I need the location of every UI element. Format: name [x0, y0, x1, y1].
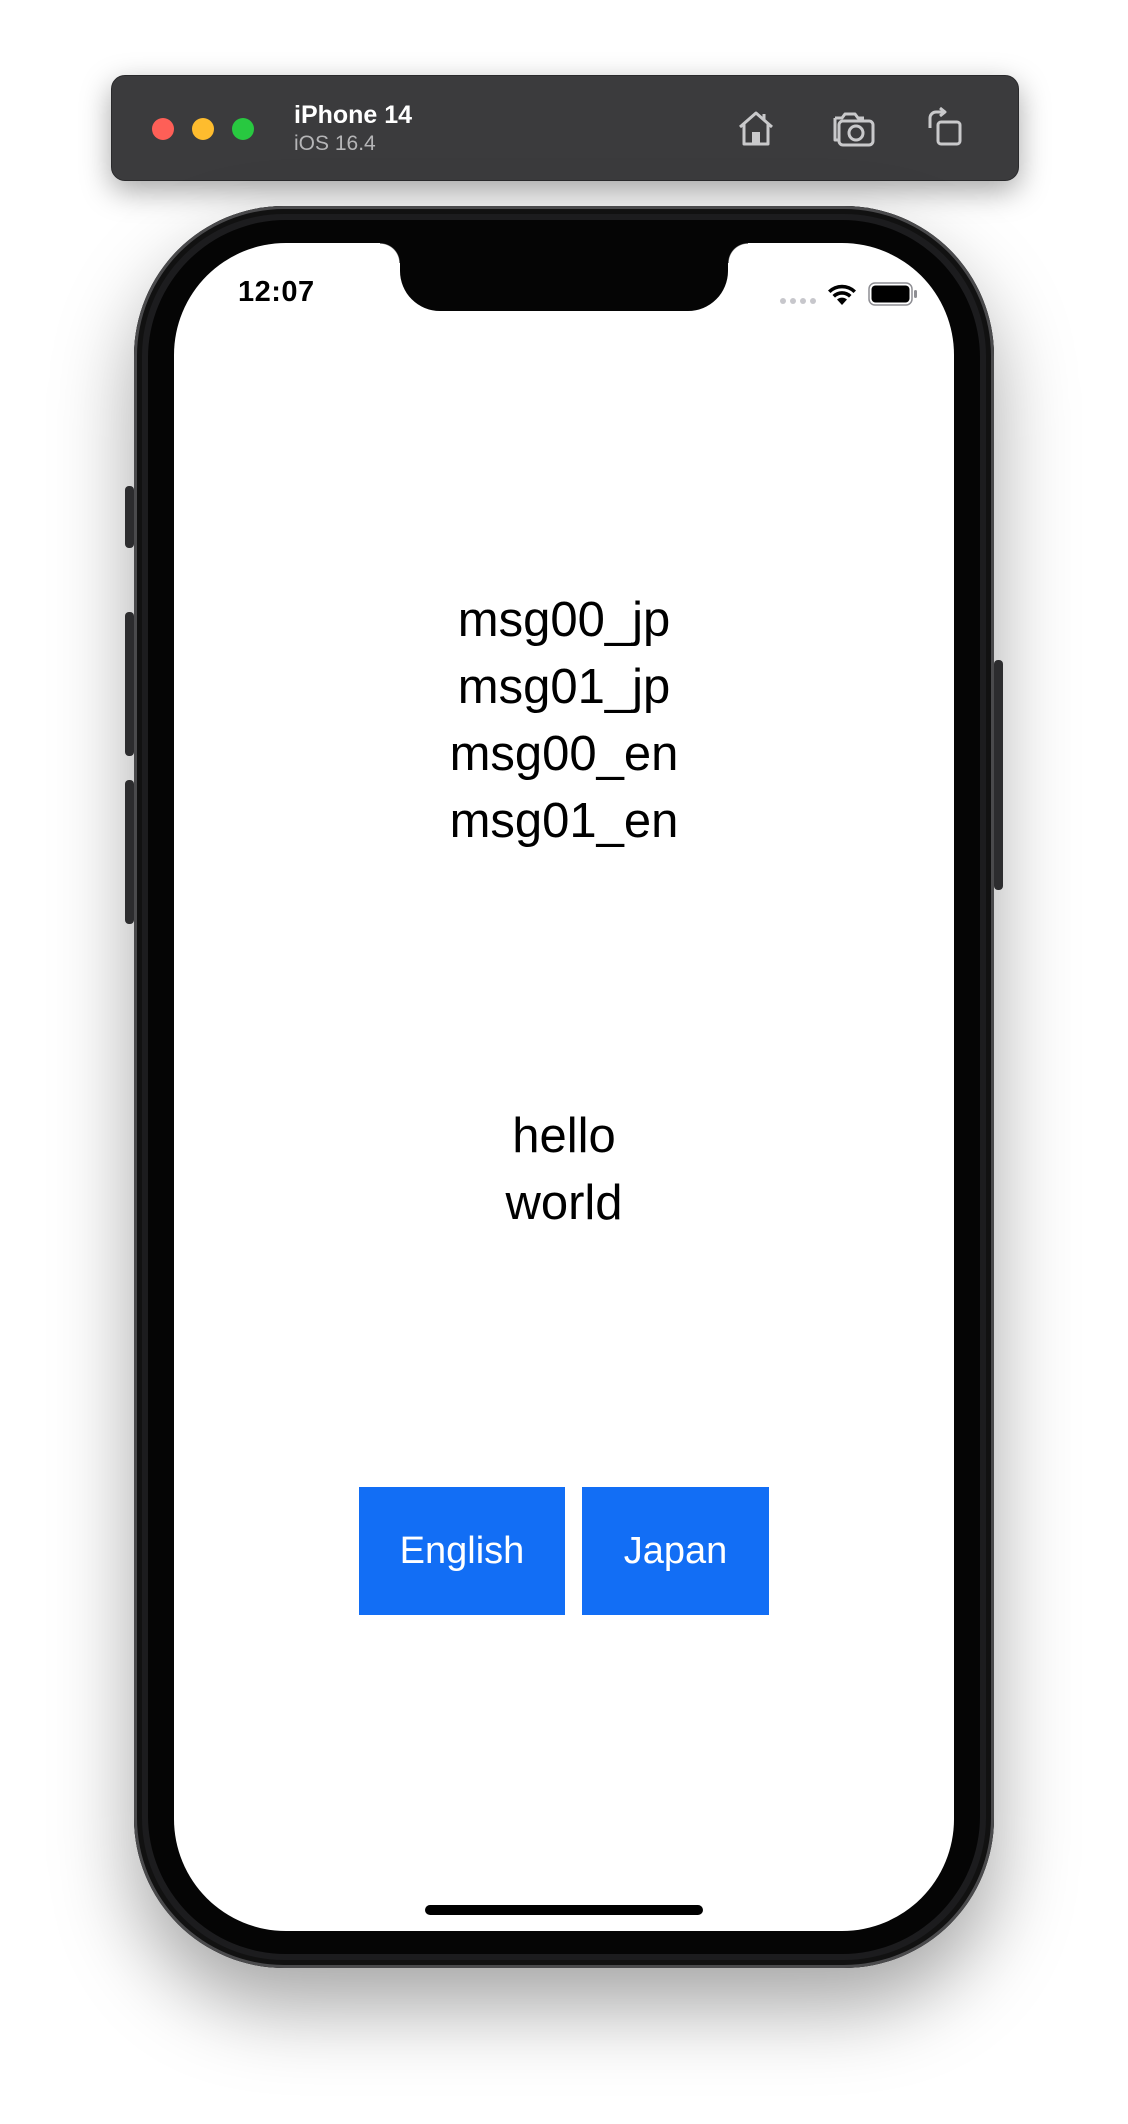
message-line: msg00_en: [449, 727, 679, 781]
simulator-canvas: iPhone 14 iOS 16.4 12:07 msg00_jp msg01_…: [0, 0, 1128, 2124]
greeting-label: hello world: [174, 1103, 954, 1237]
device-name: iPhone 14: [294, 101, 413, 129]
device-os-version: iOS 16.4: [294, 132, 376, 155]
phone-screen: 12:07 msg00_jp msg01_jp msg00_en msg01_e…: [174, 243, 954, 1931]
battery-icon: [868, 282, 917, 306]
status-time: 12:07: [238, 276, 315, 308]
status-icons: [780, 279, 918, 309]
close-window-button[interactable]: [152, 118, 174, 140]
zoom-window-button[interactable]: [232, 118, 254, 140]
power-button[interactable]: [994, 660, 1003, 890]
home-indicator[interactable]: [425, 1905, 703, 1915]
notch: [380, 243, 748, 311]
action-button[interactable]: [125, 486, 134, 548]
simulator-toolbar: iPhone 14 iOS 16.4: [111, 75, 1019, 181]
greeting-line: world: [505, 1176, 623, 1230]
volume-up-button[interactable]: [125, 612, 134, 756]
english-button[interactable]: English: [359, 1487, 565, 1615]
volume-down-button[interactable]: [125, 780, 134, 924]
message-line: msg01_jp: [457, 660, 671, 714]
language-buttons: English Japan: [359, 1487, 769, 1615]
rotate-icon[interactable]: [920, 104, 968, 152]
japan-button[interactable]: Japan: [582, 1487, 769, 1615]
home-icon[interactable]: [732, 104, 780, 152]
greeting-line: hello: [512, 1109, 616, 1163]
message-line: msg00_jp: [457, 593, 671, 647]
signal-dots-icon: [780, 298, 816, 304]
wifi-icon: [828, 284, 856, 305]
minimize-window-button[interactable]: [192, 118, 214, 140]
message-line: msg01_en: [449, 794, 679, 848]
localized-messages-label: msg00_jp msg01_jp msg00_en msg01_en: [174, 587, 954, 855]
screenshot-camera-icon[interactable]: [830, 104, 878, 152]
